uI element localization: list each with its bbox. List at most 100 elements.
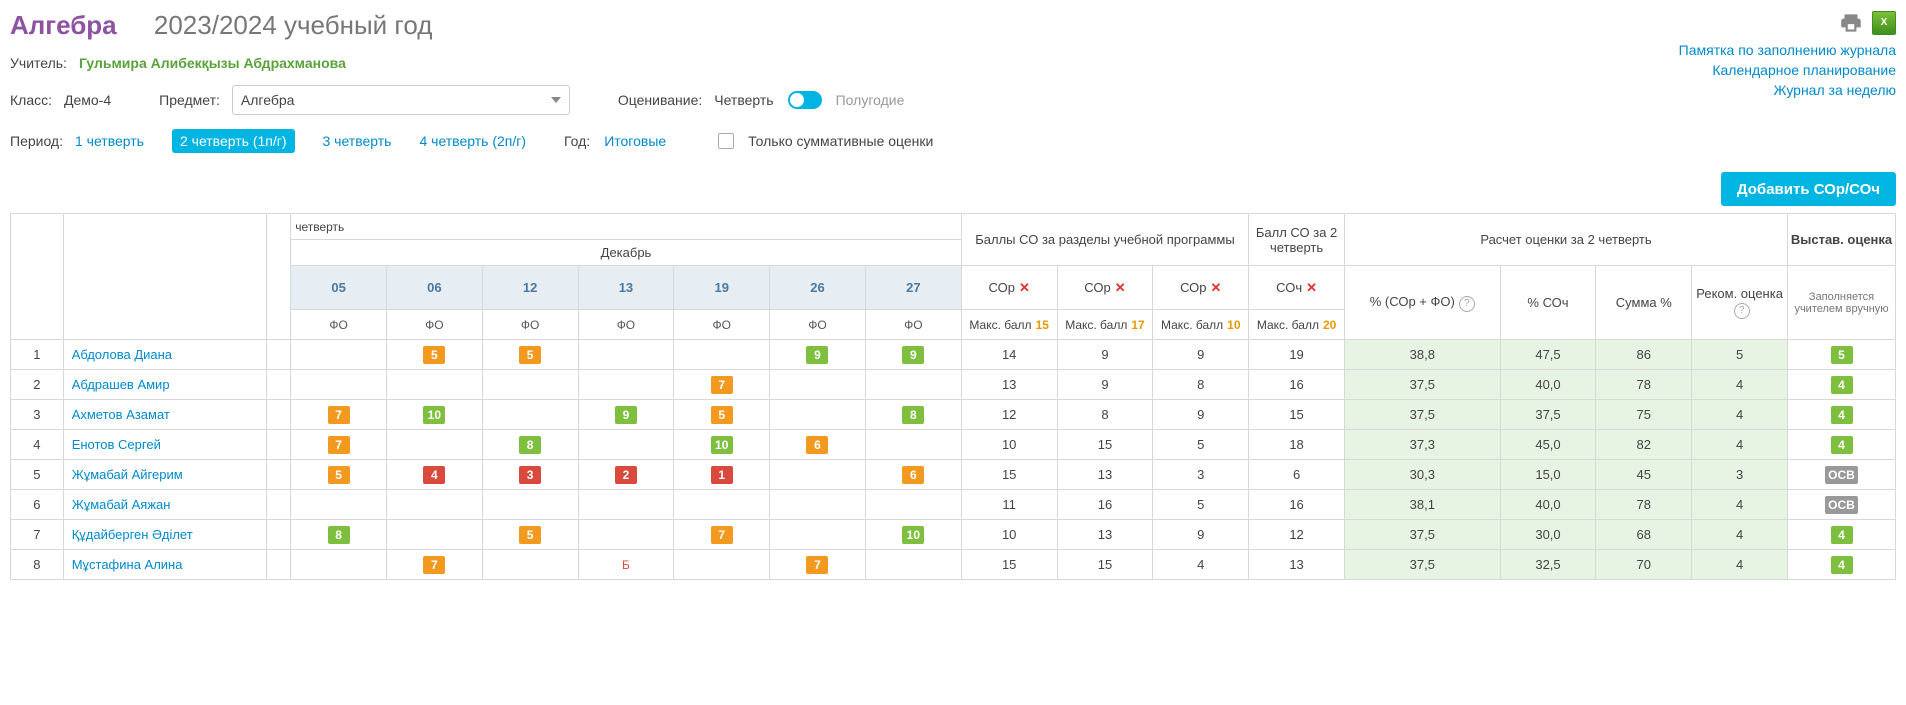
only-sum-checkbox[interactable] [718, 133, 734, 149]
sor-cell[interactable]: 9 [1153, 520, 1249, 550]
student-name[interactable]: Енотов Сергей [63, 430, 267, 460]
sor-cell[interactable]: 9 [1057, 370, 1153, 400]
fo-cell[interactable] [291, 340, 387, 370]
sor-cell[interactable]: 8 [1057, 400, 1153, 430]
soch-cell[interactable]: 16 [1249, 490, 1345, 520]
final-cell[interactable]: ОСВ [1788, 460, 1896, 490]
fo-cell[interactable] [482, 370, 578, 400]
fo-cell[interactable]: 1 [674, 460, 770, 490]
fo-cell[interactable]: 4 [386, 460, 482, 490]
period-1[interactable]: 1 четверть [75, 133, 144, 149]
excel-icon[interactable]: X [1872, 11, 1896, 35]
fo-cell[interactable]: 8 [865, 400, 961, 430]
sor-cell[interactable]: 15 [961, 550, 1057, 580]
fo-cell[interactable]: 7 [386, 550, 482, 580]
fo-cell[interactable] [770, 370, 866, 400]
student-name[interactable]: Ахметов Азамат [63, 400, 267, 430]
day-12[interactable]: 12 [482, 266, 578, 310]
fo-cell[interactable] [674, 550, 770, 580]
final-cell[interactable]: 4 [1788, 430, 1896, 460]
fo-cell[interactable] [386, 370, 482, 400]
soch-cell[interactable]: 15 [1249, 400, 1345, 430]
fo-cell[interactable]: 7 [770, 550, 866, 580]
year-link[interactable]: Итоговые [604, 133, 666, 149]
fo-cell[interactable]: 9 [770, 340, 866, 370]
fo-cell[interactable]: 6 [865, 460, 961, 490]
sor-cell[interactable]: 11 [961, 490, 1057, 520]
soch-cell[interactable]: 16 [1249, 370, 1345, 400]
subject-select[interactable]: Алгебра [232, 85, 570, 115]
fo-cell[interactable]: 10 [674, 430, 770, 460]
sor-cell[interactable]: 10 [961, 520, 1057, 550]
sor-2-hdr[interactable]: СОр✕ [1057, 266, 1153, 310]
add-sor-soch-button[interactable]: Добавить СОр/СОч [1721, 172, 1896, 206]
fo-cell[interactable]: 5 [386, 340, 482, 370]
soch-cell[interactable]: 18 [1249, 430, 1345, 460]
fo-cell[interactable] [578, 490, 674, 520]
fo-cell[interactable] [865, 490, 961, 520]
fo-cell[interactable] [578, 430, 674, 460]
fo-cell[interactable] [482, 550, 578, 580]
print-icon[interactable] [1838, 10, 1864, 36]
sor-cell[interactable]: 13 [961, 370, 1057, 400]
final-cell[interactable]: 4 [1788, 400, 1896, 430]
final-cell[interactable]: 4 [1788, 550, 1896, 580]
fo-cell[interactable]: 10 [865, 520, 961, 550]
fo-cell[interactable]: 8 [482, 430, 578, 460]
fo-cell[interactable] [865, 430, 961, 460]
fo-cell[interactable]: 9 [578, 400, 674, 430]
fo-cell[interactable] [865, 550, 961, 580]
fo-cell[interactable]: 8 [291, 520, 387, 550]
student-name[interactable]: Абдрашев Амир [63, 370, 267, 400]
fo-cell[interactable] [770, 520, 866, 550]
fo-cell[interactable] [865, 370, 961, 400]
fo-cell[interactable]: 5 [482, 340, 578, 370]
sor-cell[interactable]: 15 [1057, 430, 1153, 460]
student-name[interactable]: Жұмабай Айгерим [63, 460, 267, 490]
sor-3-hdr[interactable]: СОр✕ [1153, 266, 1249, 310]
fo-cell[interactable]: 6 [770, 430, 866, 460]
fo-cell[interactable] [482, 490, 578, 520]
fo-cell[interactable]: 7 [674, 520, 770, 550]
period-4[interactable]: 4 четверть (2п/г) [419, 133, 526, 149]
student-name[interactable]: Мұстафина Алина [63, 550, 267, 580]
fo-cell[interactable] [578, 340, 674, 370]
link-memo[interactable]: Памятка по заполнению журнала [1679, 40, 1896, 60]
sor-cell[interactable]: 13 [1057, 520, 1153, 550]
sor-cell[interactable]: 9 [1153, 400, 1249, 430]
sor-cell[interactable]: 8 [1153, 370, 1249, 400]
fo-cell[interactable]: 10 [386, 400, 482, 430]
sor-cell[interactable]: 15 [1057, 550, 1153, 580]
sor-cell[interactable]: 3 [1153, 460, 1249, 490]
fo-cell[interactable] [386, 490, 482, 520]
sor-cell[interactable]: 4 [1153, 550, 1249, 580]
fo-cell[interactable]: 5 [291, 460, 387, 490]
fo-cell[interactable] [386, 430, 482, 460]
fo-cell[interactable] [674, 490, 770, 520]
fo-cell[interactable] [674, 340, 770, 370]
fo-cell[interactable] [578, 370, 674, 400]
sor-cell[interactable]: 9 [1153, 340, 1249, 370]
sor-cell[interactable]: 9 [1057, 340, 1153, 370]
day-06[interactable]: 06 [386, 266, 482, 310]
period-3[interactable]: 3 четверть [323, 133, 392, 149]
fo-cell[interactable] [770, 460, 866, 490]
day-26[interactable]: 26 [770, 266, 866, 310]
fo-cell[interactable]: 7 [291, 430, 387, 460]
fo-cell[interactable] [386, 520, 482, 550]
sor-cell[interactable]: 15 [961, 460, 1057, 490]
student-name[interactable]: Жұмабай Аяжан [63, 490, 267, 520]
sor-cell[interactable]: 16 [1057, 490, 1153, 520]
sor-cell[interactable]: 5 [1153, 430, 1249, 460]
day-19[interactable]: 19 [674, 266, 770, 310]
fo-cell[interactable]: 7 [674, 370, 770, 400]
soch-hdr[interactable]: СОч✕ [1249, 266, 1345, 310]
fo-cell[interactable]: 3 [482, 460, 578, 490]
fo-cell[interactable]: 2 [578, 460, 674, 490]
fo-cell[interactable] [482, 400, 578, 430]
sor-1-hdr[interactable]: СОр✕ [961, 266, 1057, 310]
link-week[interactable]: Журнал за неделю [1679, 80, 1896, 100]
final-cell[interactable]: 4 [1788, 520, 1896, 550]
soch-cell[interactable]: 6 [1249, 460, 1345, 490]
sor-cell[interactable]: 5 [1153, 490, 1249, 520]
